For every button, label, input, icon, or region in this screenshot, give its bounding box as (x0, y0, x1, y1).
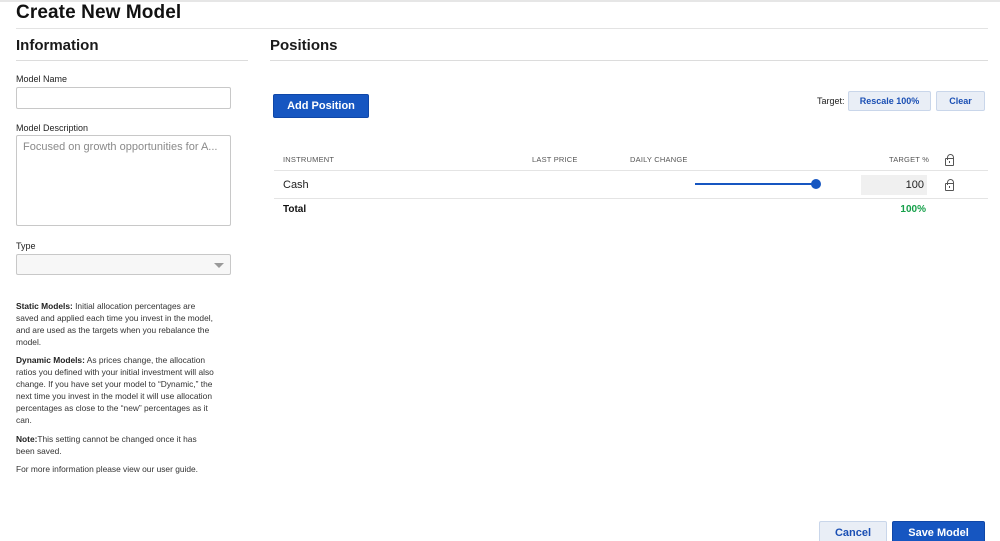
target-label: Target: (817, 96, 845, 106)
static-models-title: Static Models: (16, 301, 73, 311)
target-slider-track[interactable] (695, 183, 816, 185)
dynamic-models-title: Dynamic Models: (16, 355, 85, 365)
note-title: Note: (16, 434, 38, 444)
column-header-target: TARGET % (889, 155, 930, 164)
column-header-instrument: INSTRUMENT (283, 155, 335, 164)
note-help: Note:This setting cannot be changed once… (16, 433, 216, 457)
total-label: Total (283, 204, 307, 215)
dynamic-models-text: As prices change, the allocation ratios … (16, 355, 214, 425)
instrument-cell: Cash (283, 179, 309, 191)
note-text: This setting cannot be changed once it h… (16, 434, 197, 456)
target-percent-input[interactable] (861, 175, 927, 195)
target-slider-handle[interactable] (811, 179, 821, 189)
page-title: Create New Model (16, 2, 182, 23)
positions-divider (270, 60, 988, 61)
model-description-label: Model Description (16, 123, 89, 133)
model-name-input[interactable] (16, 87, 231, 109)
save-model-button[interactable]: Save Model (892, 521, 985, 541)
information-divider (16, 60, 248, 61)
more-info-text: For more information please view our use… (16, 464, 199, 474)
add-position-button[interactable]: Add Position (273, 94, 369, 118)
column-header-daily-change: DAILY CHANGE (630, 155, 688, 164)
table-row-divider (274, 170, 988, 171)
cancel-button[interactable]: Cancel (819, 521, 887, 541)
information-heading: Information (16, 37, 99, 54)
table-row-divider (274, 198, 988, 199)
rescale-100-button[interactable]: Rescale 100% (848, 91, 931, 111)
clear-button[interactable]: Clear (936, 91, 985, 111)
column-header-last-price: LAST PRICE (532, 155, 578, 164)
chevron-down-icon (214, 263, 224, 268)
lock-icon[interactable] (945, 154, 954, 166)
positions-heading: Positions (270, 37, 338, 54)
type-label: Type (16, 241, 36, 251)
model-name-label: Model Name (16, 74, 68, 84)
lock-icon[interactable] (945, 179, 954, 191)
model-description-textarea[interactable] (16, 135, 231, 226)
dynamic-models-help: Dynamic Models: As prices change, the al… (16, 354, 216, 426)
static-models-help: Static Models: Initial allocation percen… (16, 300, 216, 348)
total-value: 100% (900, 204, 926, 215)
title-divider (16, 28, 988, 29)
type-select[interactable] (16, 254, 231, 275)
